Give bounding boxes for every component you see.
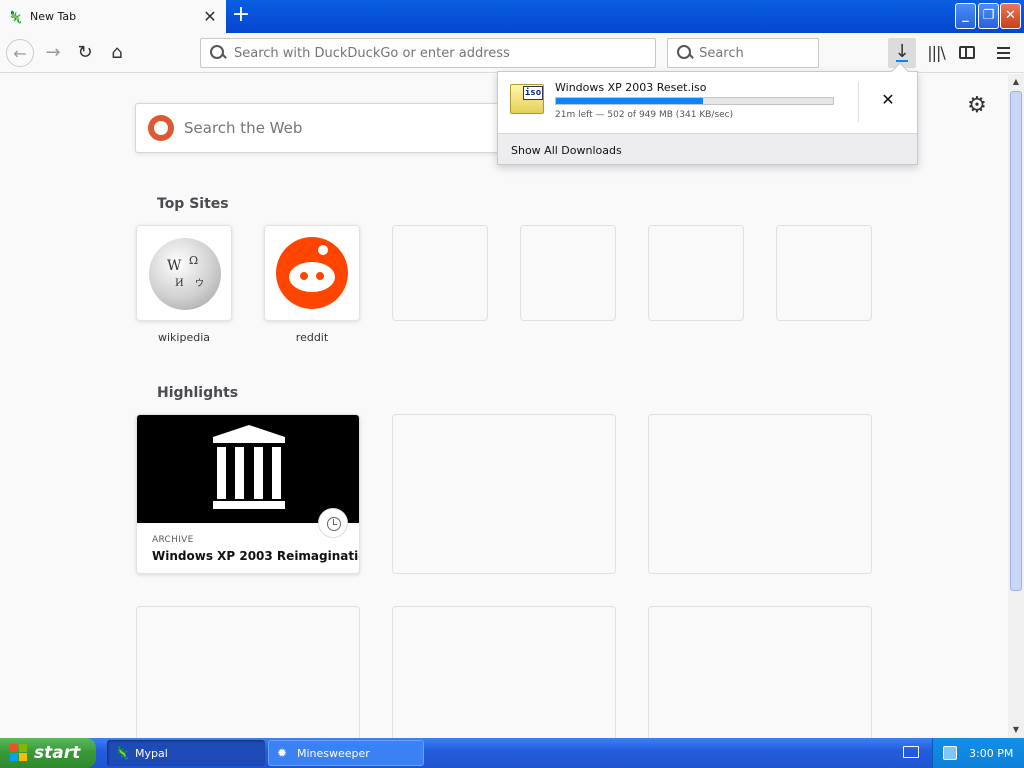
downloads-panel: iso Windows XP 2003 Reset.iso 21m left —… [497,62,918,165]
reddit-logo-icon [276,237,348,309]
mypal-app-icon: 🦎 [115,746,130,760]
forward-arrow-icon[interactable]: → [39,39,67,67]
search-input[interactable] [699,45,818,61]
highlight-source: ARCHIVE [152,535,194,545]
clock-icon [318,508,348,538]
gear-icon[interactable]: ⚙ [965,94,989,118]
top-sites-heading: Top Sites [157,196,229,212]
taskbar-item-label: Minesweeper [297,746,370,760]
duckduckgo-logo-icon [148,115,174,141]
network-icon[interactable] [943,746,957,760]
download-status: 21m left — 502 of 949 MB (341 KB/sec) [555,110,734,120]
top-site-label: reddit [295,331,329,344]
taskbar-item-minesweeper[interactable]: ✹ Minesweeper [268,740,424,766]
new-tab-plus-icon[interactable]: + [228,4,254,28]
tray-clock[interactable]: 3:00 PM [969,747,1013,760]
reload-icon[interactable]: ↻ [71,39,99,67]
download-file-name[interactable]: Windows XP 2003 Reset.iso [555,81,707,94]
system-tray: 3:00 PM [932,738,1024,768]
search-icon [209,44,226,62]
web-search-input[interactable] [184,119,484,137]
internet-archive-logo-icon [137,415,359,523]
minesweeper-app-icon: ✹ [277,746,288,760]
highlight-title: Windows XP 2003 Reimaginatio... [152,549,360,563]
top-site-empty-slot [648,225,744,321]
window-restore-button[interactable]: ❐ [978,3,999,29]
top-site-empty-slot [520,225,616,321]
library-icon[interactable]: |||\ [922,38,950,68]
top-site-label: wikipedia [157,331,210,344]
scroll-up-arrow-icon[interactable]: ▲ [1008,74,1024,90]
highlight-card[interactable]: ARCHIVE Windows XP 2003 Reimaginatio... [136,414,360,574]
keyboard-layout-icon[interactable] [903,746,919,758]
address-input[interactable] [233,45,655,61]
start-label: start [34,743,81,763]
web-search-box[interactable] [135,103,515,153]
download-progress-bar [555,97,834,105]
windows-flag-icon [10,744,28,762]
sidebar-toggle-icon[interactable] [954,38,982,68]
window-close-button[interactable]: ✕ [1000,3,1021,29]
back-arrow-icon[interactable]: ← [6,39,34,67]
cancel-download-close-icon[interactable]: ✕ [878,90,898,110]
search-bar[interactable] [667,38,819,68]
mypal-favicon-icon: 🦎 [8,9,23,24]
highlight-empty-slot [648,414,872,574]
download-progress-indicator [896,60,908,62]
home-icon[interactable]: ⌂ [103,39,131,67]
highlight-empty-slot [392,606,616,738]
highlight-empty-slot [648,606,872,738]
scroll-down-arrow-icon[interactable]: ▼ [1008,722,1024,738]
title-bar: 🦎 New Tab ✕ + _ ❐ ✕ [0,0,1024,33]
downloads-footer[interactable]: Show All Downloads [498,133,917,164]
tab-new-tab[interactable]: 🦎 New Tab ✕ [0,0,226,33]
search-icon [676,44,692,62]
highlights-heading: Highlights [157,385,239,401]
hamburger-menu-icon[interactable] [990,38,1018,68]
taskbar-item-mypal[interactable]: 🦎 Mypal [107,740,265,766]
top-site-reddit[interactable] [264,225,360,321]
iso-file-icon: iso [510,84,544,114]
scrollbar-thumb[interactable] [1010,91,1022,591]
new-tab-page: ⚙ Top Sites W Ω И ウ wikipedia reddit Hig… [0,74,1008,738]
navigation-toolbar: ← → ↻ ⌂ ↓ |||\ [0,33,1024,73]
download-progress-fill [556,98,703,104]
file-type-tag: iso [523,86,543,100]
url-bar[interactable] [200,38,656,68]
show-all-downloads-button[interactable]: Show All Downloads [511,144,622,157]
tab-title: New Tab [30,10,77,23]
vertical-scrollbar[interactable]: ▲ ▼ [1008,74,1024,738]
top-site-empty-slot [392,225,488,321]
taskbar: start 🦎 Mypal ✹ Minesweeper 3:00 PM [0,738,1024,768]
top-site-wikipedia[interactable]: W Ω И ウ [136,225,232,321]
taskbar-item-label: Mypal [135,746,168,760]
highlight-empty-slot [392,414,616,574]
start-button[interactable]: start [0,738,96,768]
wikipedia-globe-icon: W Ω И ウ [149,238,221,310]
window-minimize-button[interactable]: _ [955,3,976,29]
highlight-empty-slot [136,606,360,738]
top-site-empty-slot [776,225,872,321]
downloads-arrow-icon[interactable]: ↓ [888,38,916,68]
tab-close-icon[interactable]: ✕ [200,7,220,26]
